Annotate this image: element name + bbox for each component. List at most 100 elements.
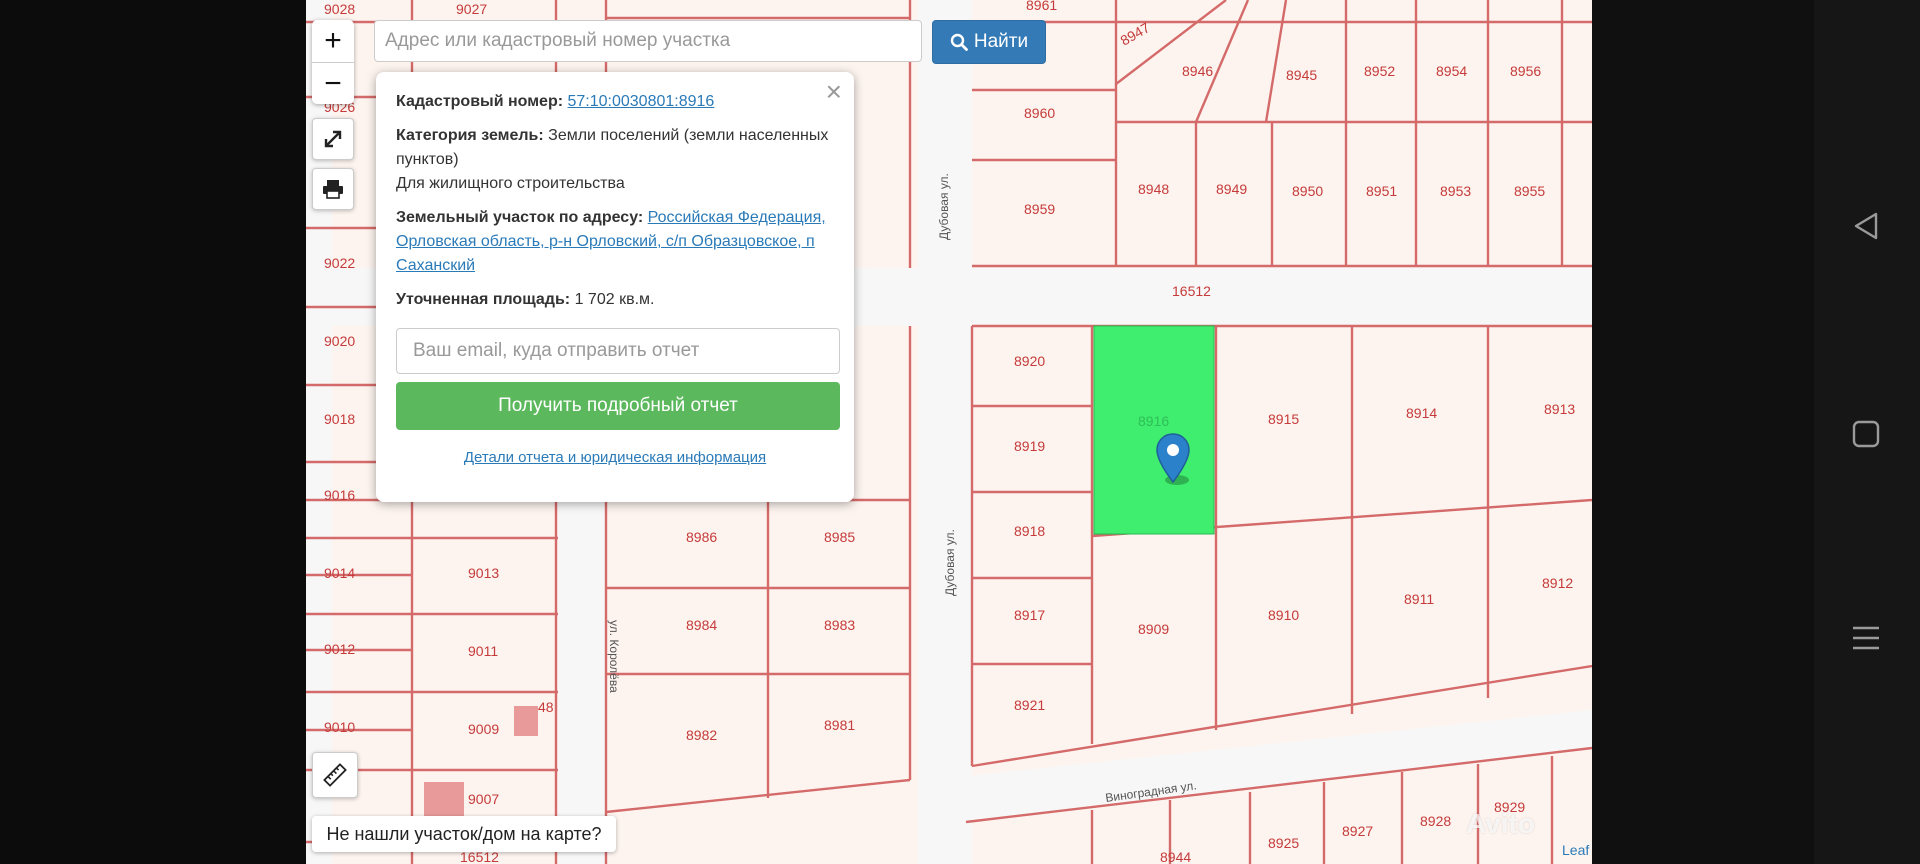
plot-label-8919: 8919 <box>1014 438 1045 454</box>
plot-label-8956: 8956 <box>1510 63 1541 79</box>
plot-label-9011: 9011 <box>468 643 498 659</box>
plot-label-8920: 8920 <box>1014 353 1045 369</box>
zoom-in-button[interactable]: + <box>312 20 354 62</box>
cadastral-map[interactable]: 9028 9027 9026 9022 9020 9018 9016 9014 9013 9012… <box>306 0 1592 864</box>
search-button[interactable]: Найти <box>932 20 1046 64</box>
cadastral-link[interactable]: 57:10:0030801:8916 <box>568 93 715 110</box>
plot-label-8917: 8917 <box>1014 607 1045 623</box>
plot-label-8954: 8954 <box>1436 63 1467 79</box>
zoom-control: + − <box>312 20 354 104</box>
email-field[interactable]: Ваш email, куда отправить отчет <box>396 328 840 374</box>
plot-label-8914: 8914 <box>1406 405 1437 421</box>
plot-label-8986: 8986 <box>686 529 717 545</box>
plot-label-9014: 9014 <box>324 565 355 581</box>
plot-label-9012: 9012 <box>324 641 355 657</box>
plot-label-8982: 8982 <box>686 727 717 743</box>
plot-label-8921: 8921 <box>1014 697 1045 713</box>
plot-line <box>1264 0 1288 123</box>
street-label-dubovaya_2: Дубовая ул. <box>943 529 957 596</box>
plot-label-8945: 8945 <box>1286 67 1317 83</box>
plot-label-8985: 8985 <box>824 529 855 545</box>
search-button-label: Найти <box>973 31 1029 52</box>
selected-plot-shape[interactable] <box>1093 325 1215 535</box>
get-report-label: Получить подробный отчет <box>498 395 738 416</box>
plot-label-9020: 9020 <box>324 333 355 349</box>
plot-label-9022: 9022 <box>324 255 355 271</box>
ruler-icon <box>323 763 347 787</box>
street-label-koroleva: ул. Королёва <box>607 620 621 693</box>
get-report-button[interactable]: Получить подробный отчет <box>396 382 840 430</box>
location-marker-icon[interactable] <box>1155 432 1191 488</box>
plot-label-8948: 8948 <box>1138 181 1169 197</box>
plot-label-8983: 8983 <box>824 617 855 633</box>
not-found-button[interactable]: Не нашли участок/дом на карте? <box>312 816 616 852</box>
leaflet-attribution[interactable]: Leaf <box>1562 842 1589 858</box>
plot-label-8960: 8960 <box>1024 105 1055 121</box>
plot-label-8953: 8953 <box>1440 183 1471 199</box>
plot-label-8912: 8912 <box>1542 575 1573 591</box>
expand-icon <box>324 130 342 148</box>
plot-label-8913: 8913 <box>1544 401 1575 417</box>
search-placeholder: Адрес или кадастровый номер участка <box>385 30 731 51</box>
plot-label-9028: 9028 <box>324 1 355 17</box>
category-row: Категория земель: Земли поселений (земли… <box>396 124 834 196</box>
report-details-link[interactable]: Детали отчета и юридическая информация <box>464 449 766 466</box>
zoom-out-button[interactable]: − <box>312 62 354 105</box>
plot-label-8925: 8925 <box>1268 835 1299 851</box>
not-found-label: Не нашли участок/дом на карте? <box>326 823 602 844</box>
plot-label-8981: 8981 <box>824 717 855 733</box>
plot-label-8959: 8959 <box>1024 201 1055 217</box>
plot-label-8911: 8911 <box>1404 591 1434 607</box>
plot-label-9027: 9027 <box>456 1 487 17</box>
plot-label-9010: 9010 <box>324 719 355 735</box>
area-label: Уточненная площадь: <box>396 291 571 308</box>
cadastral-label: Кадастровый номер: <box>396 93 564 110</box>
plot-label-8949: 8949 <box>1216 181 1247 197</box>
close-icon[interactable]: × <box>826 78 842 106</box>
street-label-dubovaya_1: Дубовая ул. <box>937 173 951 240</box>
measure-button[interactable] <box>312 752 358 798</box>
plot-label-48: 48 <box>538 699 554 715</box>
plot-line <box>605 778 911 814</box>
plot-label-8944: 8944 <box>1160 849 1191 864</box>
cadastral-row: Кадастровый номер: 57:10:0030801:8916 <box>396 90 834 114</box>
fullscreen-button[interactable] <box>312 118 354 160</box>
plot-label-8947: 8947 <box>1118 19 1153 49</box>
plot-label-8951: 8951 <box>1366 183 1397 199</box>
plot-label-8915: 8915 <box>1268 411 1299 427</box>
road-dubovaya <box>918 0 972 864</box>
category-label: Категория земель: <box>396 127 544 144</box>
plot-label-8961: 8961 <box>1026 0 1057 13</box>
menu-nav-icon[interactable] <box>1846 618 1886 658</box>
plot-label-8955: 8955 <box>1514 183 1545 199</box>
email-placeholder: Ваш email, куда отправить отчет <box>413 340 700 361</box>
details-row: Детали отчета и юридическая информация <box>396 446 834 470</box>
avito-watermark: Avito <box>1466 808 1535 839</box>
building-shape <box>424 782 464 816</box>
address-label: Земельный участок по адресу: <box>396 209 644 226</box>
plot-label-8950: 8950 <box>1292 183 1323 199</box>
plot-label-9009: 9009 <box>468 721 499 737</box>
plot-label-8909: 8909 <box>1138 621 1169 637</box>
road-koroleva <box>558 490 606 864</box>
plot-label-8928: 8928 <box>1420 813 1451 829</box>
plot-label-16512: 16512 <box>1172 283 1211 299</box>
search-icon <box>950 33 968 51</box>
back-nav-icon[interactable] <box>1846 206 1886 246</box>
plot-label-8927: 8927 <box>1342 823 1373 839</box>
letterbox-left <box>0 0 306 864</box>
plot-info-popup: × Кадастровый номер: 57:10:0030801:8916 … <box>376 72 854 502</box>
plot-label-8952: 8952 <box>1364 63 1395 79</box>
phone-screen: 9028 9027 9026 9022 9020 9018 9016 9014 9013 9012… <box>0 0 1920 864</box>
plot-label-8916: 8916 <box>1138 413 1169 429</box>
printer-icon <box>323 180 343 199</box>
plot-label-8918: 8918 <box>1014 523 1045 539</box>
search-input[interactable]: Адрес или кадастровый номер участка <box>374 20 922 62</box>
plot-label-8984: 8984 <box>686 617 717 633</box>
home-nav-icon[interactable] <box>1846 414 1886 454</box>
plot-label-9007: 9007 <box>468 791 499 807</box>
plot-label-8910: 8910 <box>1268 607 1299 623</box>
plot-label-9016: 9016 <box>324 487 355 503</box>
print-button[interactable] <box>312 168 354 210</box>
area-value: 1 702 кв.м. <box>574 291 655 308</box>
